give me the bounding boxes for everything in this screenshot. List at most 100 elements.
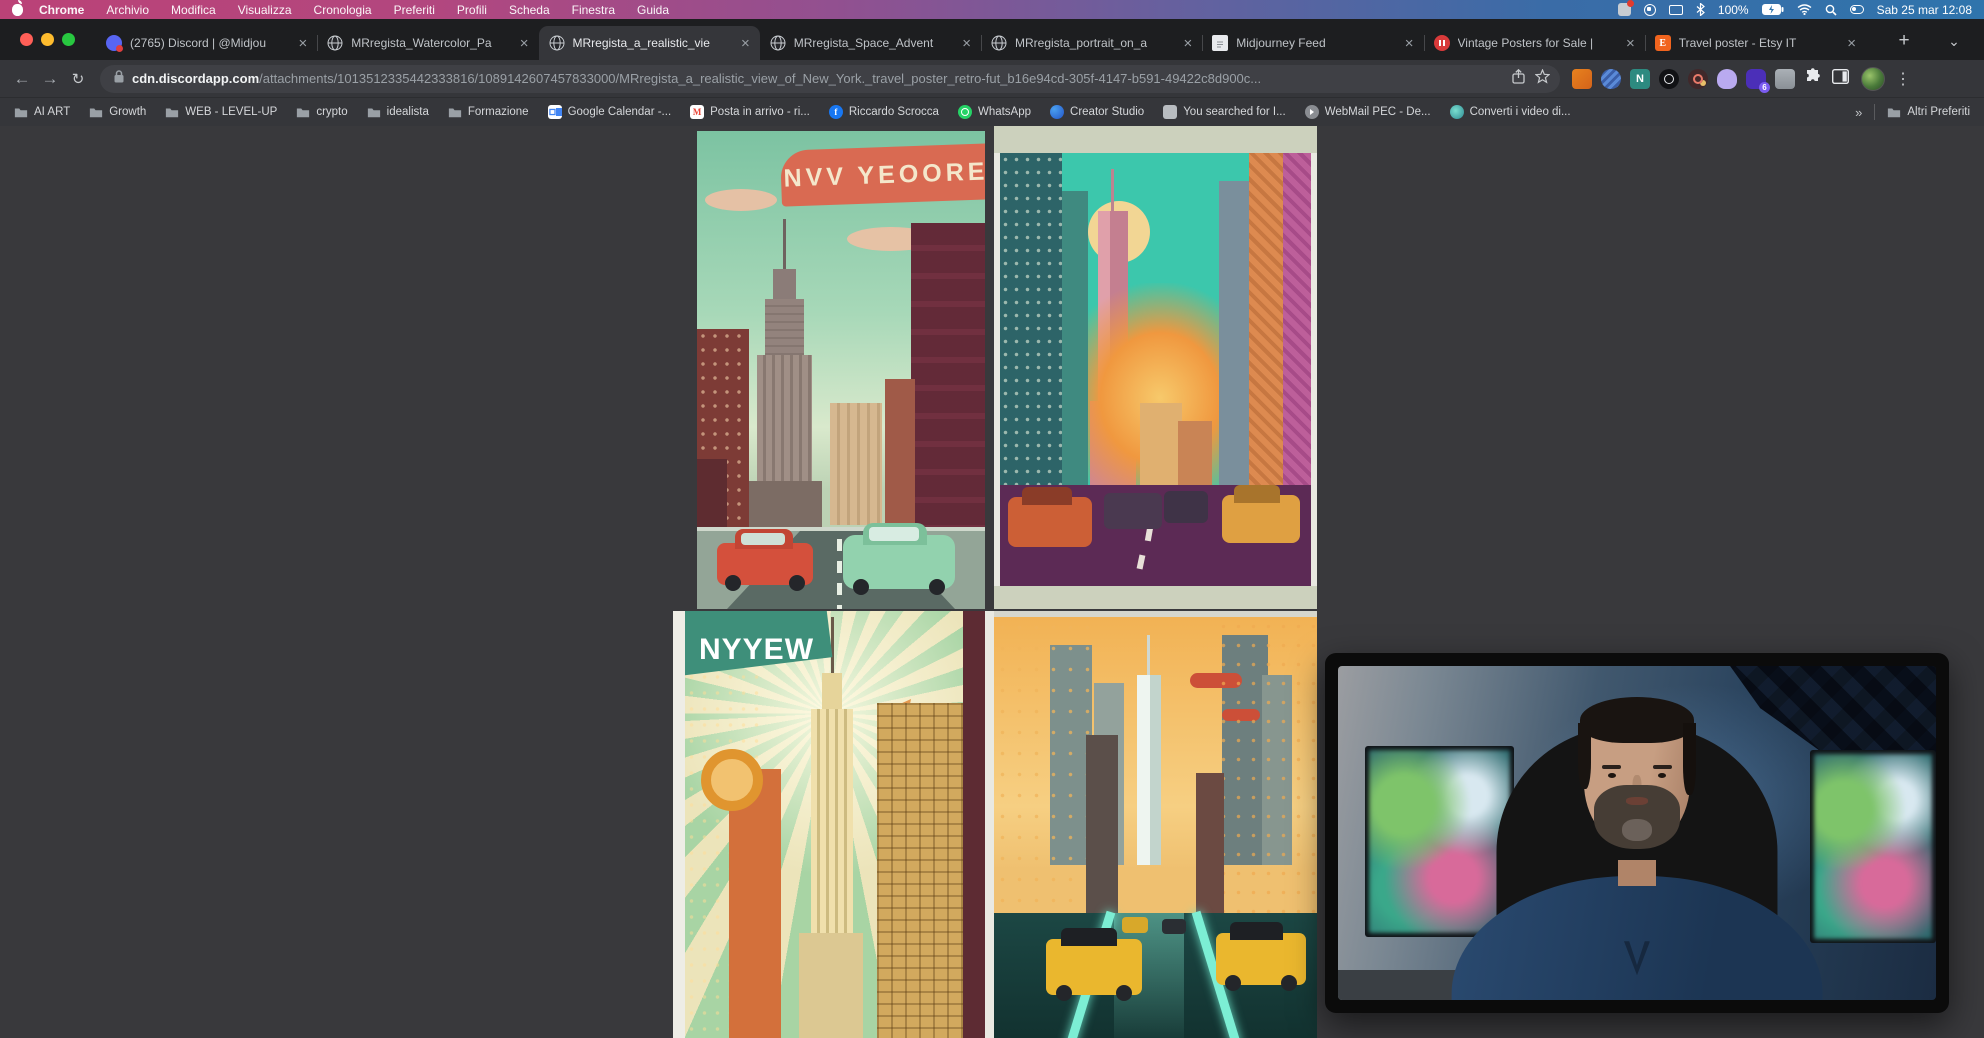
chrome-menu-kebab[interactable]: ⋮ — [1895, 69, 1911, 89]
menu-modifica[interactable]: Modifica — [171, 3, 216, 17]
forward-button[interactable]: → — [36, 69, 64, 89]
profile-avatar[interactable] — [1861, 67, 1885, 91]
screen-record-icon[interactable] — [1644, 4, 1656, 16]
key-extension-icon[interactable] — [1688, 69, 1708, 89]
bookmark-growth[interactable]: Growth — [89, 105, 146, 119]
menu-scheda[interactable]: Scheda — [509, 3, 550, 17]
bookmark-star-icon[interactable] — [1535, 69, 1550, 89]
minimize-window-button[interactable] — [41, 33, 54, 46]
presenter-neck — [1618, 860, 1656, 886]
bookmark-creator-studio[interactable]: Creator Studio — [1050, 105, 1144, 119]
tan-tower — [830, 403, 882, 525]
menu-guida[interactable]: Guida — [637, 3, 669, 17]
tab-close-icon[interactable]: × — [1183, 36, 1192, 51]
lock-icon[interactable] — [114, 70, 124, 88]
poster-title: NYYEW — [699, 633, 814, 667]
calendar-icon — [548, 105, 562, 119]
whatsapp-icon — [958, 105, 972, 119]
back-button[interactable]: ← — [8, 69, 36, 89]
new-tab-button[interactable]: + — [1892, 29, 1916, 53]
tab-close-icon[interactable]: × — [741, 36, 750, 51]
dark-car-2 — [1164, 491, 1208, 523]
tab-title: (2765) Discord | @Midjou — [130, 36, 290, 50]
page-content: NVV YEOORE — [0, 126, 1984, 1038]
folder-icon — [367, 105, 381, 119]
bookmark-posta-in-arrivo-ri[interactable]: MPosta in arrivo - ri... — [690, 105, 810, 119]
tab-2[interactable]: MRregista_Watercolor_Pa× — [317, 26, 538, 60]
tab-4[interactable]: MRregista_Space_Advent× — [760, 26, 981, 60]
bluetooth-icon[interactable] — [1696, 3, 1705, 16]
tab-close-icon[interactable]: × — [520, 36, 529, 51]
bookmark-ai-art[interactable]: AI ART — [14, 105, 70, 119]
tab-3[interactable]: MRregista_a_realistic_vie× — [539, 26, 760, 60]
grid-extension-icon[interactable] — [1775, 69, 1795, 89]
url-path: /attachments/1013512335442333816/1089142… — [259, 71, 1502, 86]
poster-top-left[interactable]: NVV YEOORE — [697, 131, 985, 609]
menu-status-area: 100% Sab 25 mar 12:08 — [1618, 3, 1984, 17]
menu-preferiti[interactable]: Preferiti — [394, 3, 435, 17]
webcam-overlay — [1325, 653, 1949, 1013]
page-icon — [1163, 105, 1177, 119]
tab-close-icon[interactable]: × — [1405, 36, 1414, 51]
menu-cronologia[interactable]: Cronologia — [314, 3, 372, 17]
bookmark-formazione[interactable]: Formazione — [448, 105, 529, 119]
side-panel-icon[interactable] — [1832, 69, 1849, 89]
macos-menu-bar: Chrome Archivio Modifica Visualizza Cronolog… — [0, 0, 1984, 19]
menu-chrome[interactable]: Chrome — [39, 3, 84, 17]
other-bookmarks-folder[interactable]: Altri Preferiti — [1887, 105, 1970, 119]
tab-1[interactable]: (2765) Discord | @Midjou × — [96, 26, 317, 60]
poster-bottom-right[interactable] — [994, 611, 1317, 1038]
dark-extension-icon[interactable] — [1659, 69, 1679, 89]
bookmark-converti-i-video-di[interactable]: Converti i video di... — [1450, 105, 1571, 119]
bookmark-riccardo-scrocca[interactable]: fRiccardo Scrocca — [829, 105, 939, 119]
close-window-button[interactable] — [20, 33, 33, 46]
bookmark-whatsapp[interactable]: WhatsApp — [958, 105, 1031, 119]
display-icon[interactable] — [1669, 5, 1683, 15]
tab-5[interactable]: MRregista_portrait_on_a× — [981, 26, 1202, 60]
poster-top-right[interactable] — [994, 126, 1317, 609]
empire-state-base — [799, 933, 863, 1038]
control-center-icon[interactable] — [1850, 5, 1864, 14]
globe-favicon — [991, 35, 1007, 51]
bookmarks-bar: AI ART Growth WEB - LEVEL-UP crypto idealist… — [0, 97, 1984, 126]
share-icon[interactable] — [1512, 69, 1525, 89]
blue-extension-icon[interactable] — [1601, 69, 1621, 89]
bookmark-google-calendar[interactable]: Google Calendar -... — [548, 105, 672, 119]
tab-search-button[interactable]: ⌄ — [1942, 29, 1966, 53]
poster-bottom-left[interactable]: NYYEW — [673, 611, 985, 1038]
bookmarks-overflow-chevron[interactable]: » — [1855, 105, 1862, 120]
tab-close-icon[interactable]: × — [1626, 36, 1635, 51]
extensions-row: N6 — [1572, 69, 1795, 89]
cloud-extension-icon[interactable] — [1717, 69, 1737, 89]
tab-8[interactable]: ETravel poster - Etsy IT× — [1645, 26, 1866, 60]
bookmark-webmail-pec-de[interactable]: WebMail PEC - De... — [1305, 105, 1431, 119]
bookmarks-items: AI ART Growth WEB - LEVEL-UP crypto idealist… — [14, 105, 1571, 119]
notion-extension-icon[interactable]: N — [1630, 69, 1650, 89]
folder-icon — [14, 105, 28, 119]
poster-frame-top — [994, 126, 1317, 153]
notification-app-icon[interactable] — [1618, 3, 1631, 16]
discord-favicon — [106, 35, 122, 51]
fullscreen-window-button[interactable] — [62, 33, 75, 46]
tab-6[interactable]: Midjourney Feed× — [1202, 26, 1423, 60]
spotlight-search-icon[interactable] — [1825, 4, 1837, 16]
menu-profili[interactable]: Profili — [457, 3, 487, 17]
bookmark-idealista[interactable]: idealista — [367, 105, 429, 119]
extensions-puzzle-icon[interactable] — [1805, 68, 1822, 90]
metamask-extension-icon[interactable] — [1572, 69, 1592, 89]
bookmark-web-level-up[interactable]: WEB - LEVEL-UP — [165, 105, 277, 119]
tab-close-icon[interactable]: × — [1847, 36, 1856, 51]
address-bar[interactable]: cdn.discordapp.com /attachments/10135123… — [100, 65, 1560, 93]
reload-button[interactable]: ↻ — [64, 70, 92, 88]
bookmark-crypto[interactable]: crypto — [296, 105, 347, 119]
menu-archivio[interactable]: Archivio — [106, 3, 149, 17]
tab-close-icon[interactable]: × — [298, 36, 307, 51]
tab-7[interactable]: Vintage Posters for Sale | × — [1424, 26, 1645, 60]
wifi-icon[interactable] — [1797, 4, 1812, 15]
menu-finestra[interactable]: Finestra — [572, 3, 615, 17]
bookmark-you-searched-for-i[interactable]: You searched for I... — [1163, 105, 1286, 119]
apple-menu-icon[interactable] — [12, 4, 23, 16]
menu-visualizza[interactable]: Visualizza — [238, 3, 292, 17]
purple-extension-icon[interactable]: 6 — [1746, 69, 1766, 89]
tab-close-icon[interactable]: × — [962, 36, 971, 51]
